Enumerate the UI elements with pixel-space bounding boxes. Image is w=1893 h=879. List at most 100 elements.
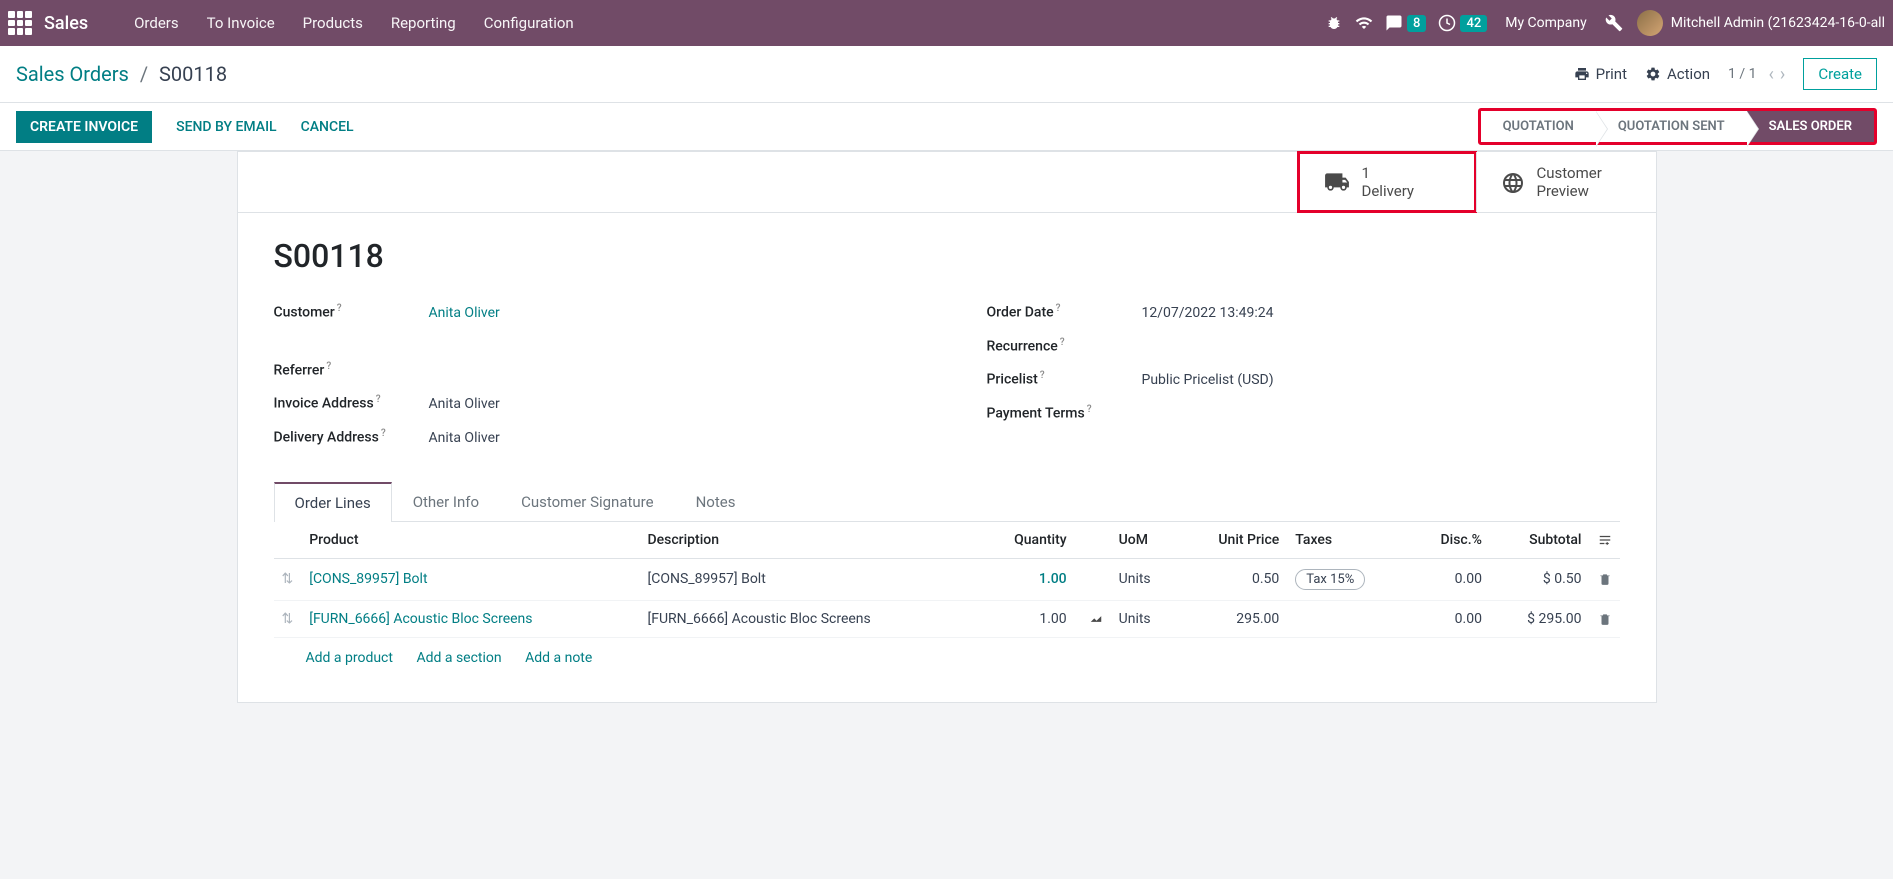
order-name: S00118 <box>274 237 1620 275</box>
tab-other-info[interactable]: Other Info <box>392 482 500 522</box>
delivery-addr-label: Delivery Address <box>274 430 379 446</box>
th-unit-price: Unit Price <box>1179 522 1288 559</box>
delivery-addr-value[interactable]: Anita Oliver <box>429 430 500 446</box>
app-brand[interactable]: Sales <box>44 13 88 34</box>
product-link[interactable]: [FURN_6666] Acoustic Bloc Screens <box>309 611 532 627</box>
tab-order-lines[interactable]: Order Lines <box>274 482 392 522</box>
cell-taxes[interactable] <box>1287 600 1408 637</box>
order-date-label: Order Date <box>987 305 1054 321</box>
status-quotation[interactable]: QUOTATION <box>1481 111 1596 142</box>
cell-taxes[interactable]: Tax 15% <box>1287 558 1408 600</box>
delivery-count: 1 <box>1362 164 1415 182</box>
menu-products[interactable]: Products <box>289 14 377 32</box>
recurrence-label: Recurrence <box>987 338 1058 354</box>
trash-icon[interactable] <box>1598 571 1612 587</box>
tools-icon[interactable] <box>1599 14 1629 32</box>
help-icon[interactable]: ? <box>1056 303 1061 314</box>
add-section-link[interactable]: Add a section <box>416 650 501 666</box>
tab-notes[interactable]: Notes <box>675 482 757 522</box>
cell-price[interactable]: 295.00 <box>1179 600 1288 637</box>
action-bar: CREATE INVOICE SEND BY EMAIL CANCEL QUOT… <box>0 103 1893 151</box>
product-link[interactable]: [CONS_89957] Bolt <box>309 571 427 587</box>
help-icon[interactable]: ? <box>381 428 386 439</box>
order-lines-table: Product Description Quantity UoM Unit Pr… <box>274 522 1620 638</box>
help-icon[interactable]: ? <box>337 303 342 314</box>
cell-uom[interactable]: Units <box>1111 600 1179 637</box>
add-links: Add a product Add a section Add a note <box>274 638 1620 678</box>
menu-to-invoice[interactable]: To Invoice <box>193 14 289 32</box>
globe-icon <box>1501 169 1525 194</box>
cell-quantity[interactable]: 1.00 <box>978 600 1075 637</box>
menu-configuration[interactable]: Configuration <box>470 14 588 32</box>
trash-icon[interactable] <box>1598 611 1612 627</box>
create-button[interactable]: Create <box>1803 58 1877 90</box>
breadcrumb: Sales Orders / S00118 <box>16 62 227 86</box>
order-date-value[interactable]: 12/07/2022 13:49:24 <box>1142 305 1274 321</box>
control-panel: Sales Orders / S00118 Print Action 1 / 1… <box>0 46 1893 103</box>
cell-chart[interactable] <box>1075 558 1111 600</box>
drag-handle-icon[interactable]: ⇅ <box>274 558 302 600</box>
breadcrumb-root[interactable]: Sales Orders <box>16 62 129 86</box>
pricelist-label: Pricelist <box>987 372 1038 388</box>
drag-handle-icon[interactable]: ⇅ <box>274 600 302 637</box>
cell-uom[interactable]: Units <box>1111 558 1179 600</box>
bug-icon[interactable] <box>1319 15 1349 31</box>
cell-price[interactable]: 0.50 <box>1179 558 1288 600</box>
cell-chart[interactable] <box>1075 600 1111 637</box>
invoice-addr-value[interactable]: Anita Oliver <box>429 396 500 412</box>
messages-badge: 8 <box>1407 15 1426 32</box>
cell-subtotal: $ 0.50 <box>1490 558 1590 600</box>
preview-stat-button[interactable]: Customer Preview <box>1476 152 1656 212</box>
table-row[interactable]: ⇅[CONS_89957] Bolt[CONS_89957] Bolt1.00U… <box>274 558 1620 600</box>
help-icon[interactable]: ? <box>1087 404 1092 415</box>
add-product-link[interactable]: Add a product <box>306 650 393 666</box>
cell-disc[interactable]: 0.00 <box>1409 600 1490 637</box>
preview-l1: Customer <box>1537 164 1602 182</box>
pager-prev-icon[interactable]: ‹ <box>1769 64 1774 85</box>
print-button[interactable]: Print <box>1574 65 1627 83</box>
action-label: Action <box>1667 65 1710 83</box>
th-disc: Disc.% <box>1409 522 1490 559</box>
pager-next-icon[interactable]: › <box>1780 64 1785 85</box>
cell-disc[interactable]: 0.00 <box>1409 558 1490 600</box>
delivery-stat-button[interactable]: 1 Delivery <box>1297 151 1477 213</box>
send-email-button[interactable]: SEND BY EMAIL <box>176 119 277 135</box>
table-row[interactable]: ⇅ [FURN_6666] Acoustic Bloc Screens [FURN_… <box>274 600 1620 637</box>
status-sales-order[interactable]: SALES ORDER <box>1747 111 1874 142</box>
tax-pill[interactable]: Tax 15% <box>1295 569 1365 590</box>
truck-icon <box>1324 169 1350 195</box>
cell-description[interactable]: [CONS_89957] Bolt <box>640 558 978 600</box>
th-taxes: Taxes <box>1287 522 1408 559</box>
user-menu[interactable]: Mitchell Admin (21623424-16-0-all <box>1671 15 1885 31</box>
preview-l2: Preview <box>1537 182 1602 200</box>
help-icon[interactable]: ? <box>326 361 331 372</box>
invoice-addr-label: Invoice Address <box>274 396 374 412</box>
print-label: Print <box>1596 65 1627 83</box>
customer-value[interactable]: Anita Oliver <box>429 305 500 321</box>
activities-button[interactable]: 42 <box>1432 14 1493 32</box>
create-invoice-button[interactable]: CREATE INVOICE <box>16 111 152 143</box>
cell-description[interactable]: [FURN_6666] Acoustic Bloc Screens <box>640 600 978 637</box>
menu-reporting[interactable]: Reporting <box>377 14 470 32</box>
help-icon[interactable]: ? <box>1040 370 1045 381</box>
cancel-button[interactable]: CANCEL <box>301 119 354 135</box>
messages-button[interactable]: 8 <box>1379 14 1432 32</box>
avatar[interactable] <box>1637 10 1663 36</box>
columns-config-icon[interactable] <box>1598 532 1612 548</box>
pricelist-value[interactable]: Public Pricelist (USD) <box>1142 372 1274 388</box>
menu-orders[interactable]: Orders <box>120 14 193 32</box>
cell-quantity[interactable]: 1.00 <box>978 558 1075 600</box>
th-subtotal: Subtotal <box>1490 522 1590 559</box>
help-icon[interactable]: ? <box>376 394 381 405</box>
help-icon[interactable]: ? <box>1060 337 1065 348</box>
action-button[interactable]: Action <box>1645 65 1710 83</box>
wifi-icon[interactable] <box>1349 14 1379 32</box>
referrer-label: Referrer <box>274 362 325 378</box>
status-quotation-sent[interactable]: QUOTATION SENT <box>1596 111 1747 142</box>
apps-icon[interactable] <box>8 11 32 35</box>
company-selector[interactable]: My Company <box>1493 15 1599 31</box>
stat-row: 1 Delivery Customer Preview <box>238 152 1656 213</box>
add-note-link[interactable]: Add a note <box>525 650 592 666</box>
tab-signature[interactable]: Customer Signature <box>500 482 675 522</box>
delivery-label: Delivery <box>1362 182 1415 200</box>
